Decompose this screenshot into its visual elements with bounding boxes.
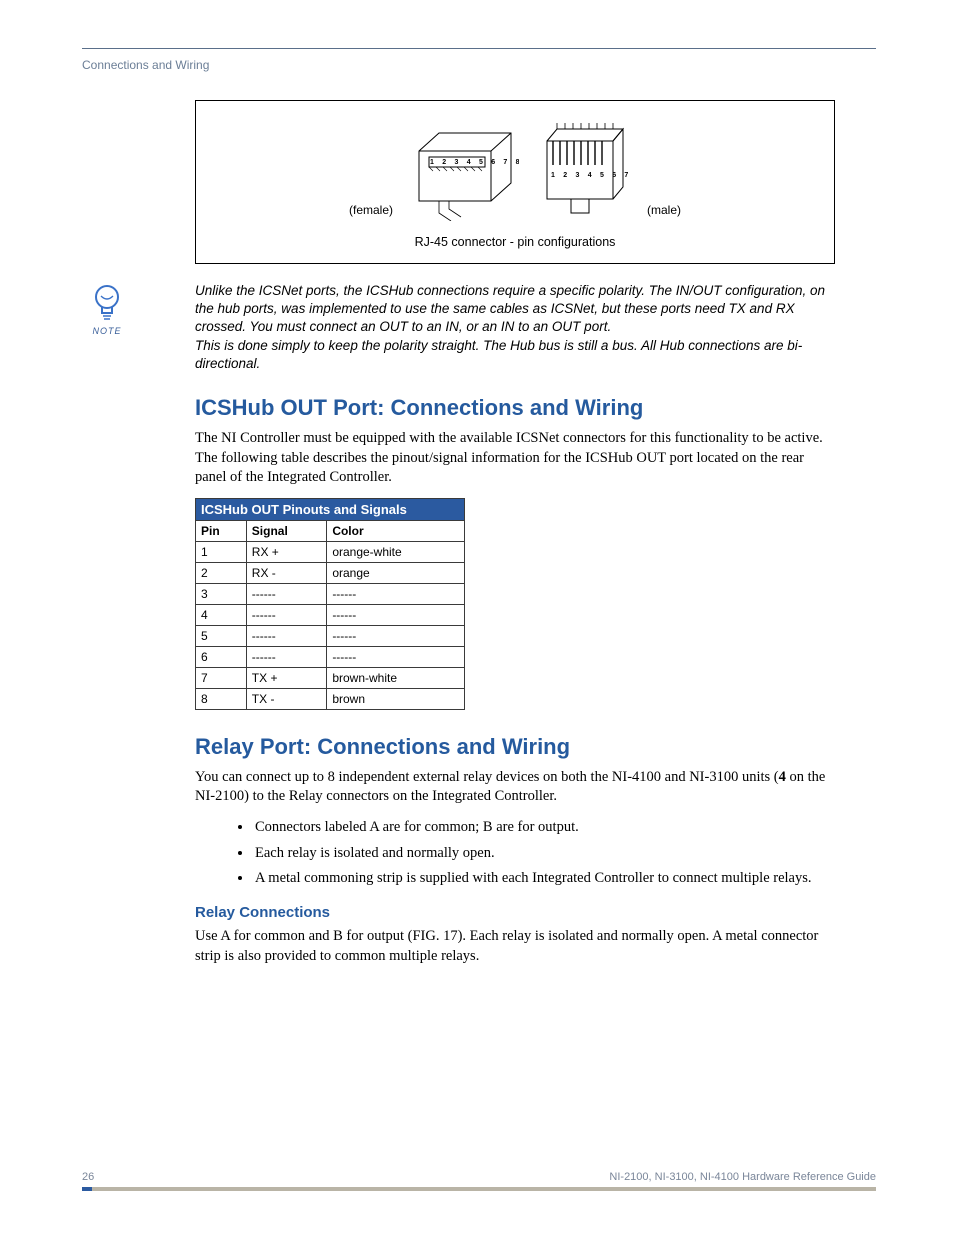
table-row: 6------------ (196, 646, 465, 667)
table-row: 2RX -orange (196, 562, 465, 583)
table-row: 3------------ (196, 583, 465, 604)
rj45-male-icon: 1 2 3 4 5 6 7 8 (537, 121, 629, 221)
list-item: Connectors labeled A are for common; B a… (253, 817, 835, 839)
col-color: Color (327, 520, 465, 541)
figure-box: (female) 1 2 3 4 5 6 7 8 (195, 100, 835, 264)
relay-connections-paragraph: Use A for common and B for output (FIG. … (195, 927, 835, 966)
col-signal: Signal (246, 520, 327, 541)
figure-caption: RJ-45 connector - pin configurations (214, 235, 816, 249)
relay-paragraph: You can connect up to 8 independent exte… (195, 768, 835, 807)
page-number: 26 (82, 1171, 94, 1183)
running-title: Connections and Wiring (82, 58, 209, 72)
table-row: 7TX +brown-white (196, 667, 465, 688)
note-label: NOTE (83, 325, 131, 337)
list-item: A metal commoning strip is supplied with… (253, 868, 835, 890)
subheading-relay-connections: Relay Connections (195, 904, 835, 921)
table-row: 1RX +orange-white (196, 541, 465, 562)
table-title: ICSHub OUT Pinouts and Signals (196, 498, 465, 520)
pin-numbers: 1 2 3 4 5 6 7 8 (430, 159, 519, 166)
relay-bullet-list: Connectors labeled A are for common; B a… (253, 817, 835, 890)
guide-title: NI-2100, NI-3100, NI-4100 Hardware Refer… (609, 1171, 876, 1183)
pin-numbers: 1 2 3 4 5 6 7 8 (551, 172, 629, 179)
list-item: Each relay is isolated and normally open… (253, 843, 835, 865)
pinout-table: ICSHub OUT Pinouts and Signals Pin Signa… (195, 498, 465, 710)
male-label: (male) (647, 203, 681, 221)
note-block: NOTE Unlike the ICSNet ports, the ICSHub… (195, 282, 835, 373)
note-icon: NOTE (83, 282, 131, 337)
note-text-2: This is done simply to keep the polarity… (195, 337, 835, 373)
page-content: (female) 1 2 3 4 5 6 7 8 (195, 100, 835, 976)
section-heading-relay: Relay Port: Connections and Wiring (195, 734, 835, 760)
table-row: 5------------ (196, 625, 465, 646)
female-label: (female) (349, 203, 393, 221)
header-rule (82, 48, 876, 49)
table-row: 8TX -brown (196, 688, 465, 709)
col-pin: Pin (196, 520, 247, 541)
table-row: 4------------ (196, 604, 465, 625)
footer-rule (82, 1187, 876, 1191)
rj45-female-icon: 1 2 3 4 5 6 7 8 (411, 121, 519, 221)
section-heading-icshub: ICSHub OUT Port: Connections and Wiring (195, 395, 835, 421)
section-paragraph: The NI Controller must be equipped with … (195, 429, 835, 488)
footer: 26 NI-2100, NI-3100, NI-4100 Hardware Re… (82, 1171, 876, 1183)
note-text-1: Unlike the ICSNet ports, the ICSHub conn… (195, 282, 835, 337)
